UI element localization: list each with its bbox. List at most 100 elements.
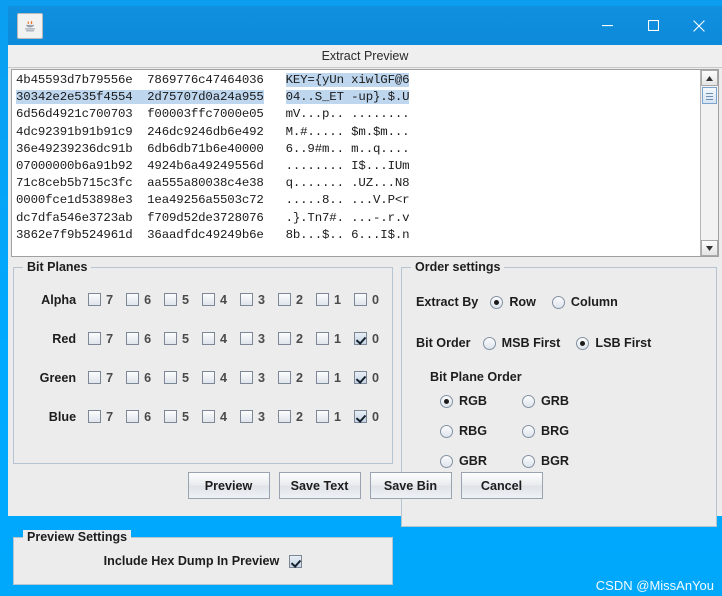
window-title-bar[interactable] bbox=[8, 6, 722, 45]
bit-order-option-msb-first[interactable]: MSB First bbox=[482, 336, 560, 350]
maximize-button[interactable] bbox=[630, 6, 676, 45]
bit-plane-order-option-rbg[interactable]: RBG bbox=[440, 424, 506, 438]
extract-by-option-row[interactable]: Row bbox=[490, 295, 536, 309]
triangle-down-icon[interactable] bbox=[701, 240, 718, 256]
bit-checkbox-alpha-7[interactable] bbox=[88, 293, 102, 306]
bit-checkbox-blue-5[interactable] bbox=[164, 410, 178, 423]
bit-checkbox-red-4[interactable] bbox=[202, 332, 216, 345]
bit-checkbox-green-6[interactable] bbox=[126, 371, 140, 384]
preview-vertical-scrollbar[interactable] bbox=[700, 70, 718, 256]
radio-button[interactable] bbox=[576, 336, 590, 350]
bit-number-label: 3 bbox=[258, 331, 266, 346]
hex-ascii-gap bbox=[264, 176, 286, 190]
hex-dump-line[interactable]: 6d56d4921c700703 f00003ffc7000e05 mV...p… bbox=[16, 106, 700, 123]
minimize-button[interactable] bbox=[584, 6, 630, 45]
save-text-button[interactable]: Save Text bbox=[278, 472, 361, 499]
bit-checkbox-blue-2[interactable] bbox=[278, 410, 291, 423]
bit-checkbox-green-5[interactable] bbox=[164, 371, 178, 384]
radio-button[interactable] bbox=[522, 454, 535, 468]
save-bin-button[interactable]: Save Bin bbox=[369, 472, 452, 499]
radio-button[interactable] bbox=[440, 424, 453, 438]
include-hex-dump-checkbox[interactable] bbox=[289, 554, 303, 568]
bit-checkbox-red-1[interactable] bbox=[315, 332, 329, 345]
extract-by-option-column[interactable]: Column bbox=[551, 295, 618, 309]
radio-button[interactable] bbox=[440, 394, 453, 408]
bit-plane-cell: 0 bbox=[353, 331, 392, 346]
bit-plane-order-option-gbr[interactable]: GBR bbox=[440, 454, 506, 468]
hex-dump-line[interactable]: 4dc92391b91b91c9 246dc9246db6e492 M.#...… bbox=[16, 124, 700, 141]
bit-plane-order-option-brg[interactable]: BRG bbox=[522, 424, 588, 438]
bit-plane-cell: 7 bbox=[88, 371, 126, 385]
bit-checkbox-red-5[interactable] bbox=[164, 332, 178, 345]
bit-checkbox-red-3[interactable] bbox=[240, 332, 254, 345]
extract-preview-textarea[interactable]: 4b45593d7b79556e 7869776c47464036 KEY={y… bbox=[11, 69, 719, 257]
radio-button[interactable] bbox=[551, 295, 565, 309]
bit-number-label: 0 bbox=[371, 331, 379, 346]
preview-button[interactable]: Preview bbox=[187, 472, 270, 499]
bit-checkbox-green-4[interactable] bbox=[202, 371, 216, 384]
bit-checkbox-green-0[interactable] bbox=[353, 371, 367, 384]
bit-checkbox-alpha-3[interactable] bbox=[240, 293, 254, 306]
hex-ascii-gap bbox=[264, 107, 286, 121]
bit-number-label: 3 bbox=[258, 409, 266, 424]
hex-dump-line[interactable]: 36e49239236dc91b 6db6db71b6e40000 6..9#m… bbox=[16, 141, 700, 158]
desktop-background: Extract Preview 4b45593d7b79556e 7869776… bbox=[0, 0, 722, 596]
bit-checkbox-red-6[interactable] bbox=[126, 332, 140, 345]
include-hex-dump-row[interactable]: Include Hex Dump In Preview bbox=[14, 538, 392, 584]
bit-checkbox-alpha-1[interactable] bbox=[315, 293, 329, 306]
bit-checkbox-blue-0[interactable] bbox=[353, 410, 367, 423]
bit-checkbox-red-2[interactable] bbox=[278, 332, 291, 345]
hex-dump-line[interactable]: 3862e7f9b524961d 36aadfdc49249b6e 8b...$… bbox=[16, 227, 700, 244]
preview-settings-legend: Preview Settings bbox=[23, 530, 132, 544]
triangle-up-icon[interactable] bbox=[701, 70, 718, 86]
radio-label: RGB bbox=[459, 394, 487, 408]
hex-dump-line[interactable]: dc7dfa546e3723ab f709d52de3728076 .}.Tn7… bbox=[16, 210, 700, 227]
bit-plane-cell: 7 bbox=[88, 410, 126, 424]
bit-checkbox-green-7[interactable] bbox=[88, 371, 102, 384]
bit-checkbox-red-0[interactable] bbox=[353, 332, 367, 345]
scrollbar-track[interactable] bbox=[701, 86, 718, 240]
hex-dump-content[interactable]: 4b45593d7b79556e 7869776c47464036 KEY={y… bbox=[12, 70, 700, 256]
bit-checkbox-alpha-5[interactable] bbox=[164, 293, 178, 306]
bit-checkbox-blue-7[interactable] bbox=[88, 410, 102, 423]
cancel-button[interactable]: Cancel bbox=[460, 472, 543, 499]
bit-checkbox-alpha-2[interactable] bbox=[278, 293, 291, 306]
radio-button[interactable] bbox=[490, 295, 504, 309]
bit-plane-cell: 2 bbox=[278, 410, 316, 424]
order-settings-legend: Order settings bbox=[411, 260, 505, 274]
bit-number-label: 5 bbox=[182, 331, 190, 346]
bit-checkbox-blue-6[interactable] bbox=[126, 410, 140, 423]
bit-order-option-lsb-first[interactable]: LSB First bbox=[576, 336, 651, 350]
radio-button[interactable] bbox=[522, 394, 535, 408]
hex-dump-line-hex: 4dc92391b91b91c9 246dc9246db6e492 bbox=[16, 124, 264, 139]
scrollbar-grip bbox=[706, 93, 713, 100]
radio-button[interactable] bbox=[482, 336, 496, 350]
bit-checkbox-blue-4[interactable] bbox=[202, 410, 216, 423]
radio-button[interactable] bbox=[440, 454, 453, 468]
hex-dump-line[interactable]: 07000000b6a91b92 4924b6a49249556d ......… bbox=[16, 158, 700, 175]
bit-plane-order-option-rgb[interactable]: RGB bbox=[440, 394, 506, 408]
bit-checkbox-alpha-6[interactable] bbox=[126, 293, 140, 306]
hex-dump-line[interactable]: 0000fce1d53898e3 1ea49256a5503c72 .....8… bbox=[16, 192, 700, 209]
bit-checkbox-alpha-4[interactable] bbox=[202, 293, 216, 306]
bit-checkbox-green-3[interactable] bbox=[240, 371, 254, 384]
close-button[interactable] bbox=[676, 6, 722, 45]
scrollbar-thumb[interactable] bbox=[702, 87, 717, 104]
bit-checkbox-green-2[interactable] bbox=[278, 371, 291, 384]
hex-dump-line[interactable]: 71c8ceb5b715c3fc aa555a80038c4e38 q.....… bbox=[16, 175, 700, 192]
bit-checkbox-green-1[interactable] bbox=[315, 371, 329, 384]
bit-plane-cell: 1 bbox=[315, 410, 354, 424]
bit-number-label: 1 bbox=[333, 331, 341, 346]
bit-plane-order-option-bgr[interactable]: BGR bbox=[522, 454, 588, 468]
bit-checkbox-alpha-0[interactable] bbox=[353, 293, 367, 306]
bit-plane-cell: 1 bbox=[315, 331, 354, 346]
hex-dump-line-ascii: ........ I$...IUm bbox=[285, 158, 410, 173]
radio-button[interactable] bbox=[522, 424, 535, 438]
bit-checkbox-red-7[interactable] bbox=[88, 332, 102, 345]
bit-plane-row-green: Green 7 6 5 4 3 2 1 0 bbox=[14, 358, 392, 397]
bit-checkbox-blue-1[interactable] bbox=[315, 410, 329, 423]
bit-checkbox-blue-3[interactable] bbox=[240, 410, 254, 423]
bit-plane-order-option-grb[interactable]: GRB bbox=[522, 394, 588, 408]
hex-dump-line[interactable]: 30342e2e535f4554 2d75707d0a24a955 04..S_… bbox=[16, 89, 700, 106]
hex-dump-line[interactable]: 4b45593d7b79556e 7869776c47464036 KEY={y… bbox=[16, 72, 700, 89]
